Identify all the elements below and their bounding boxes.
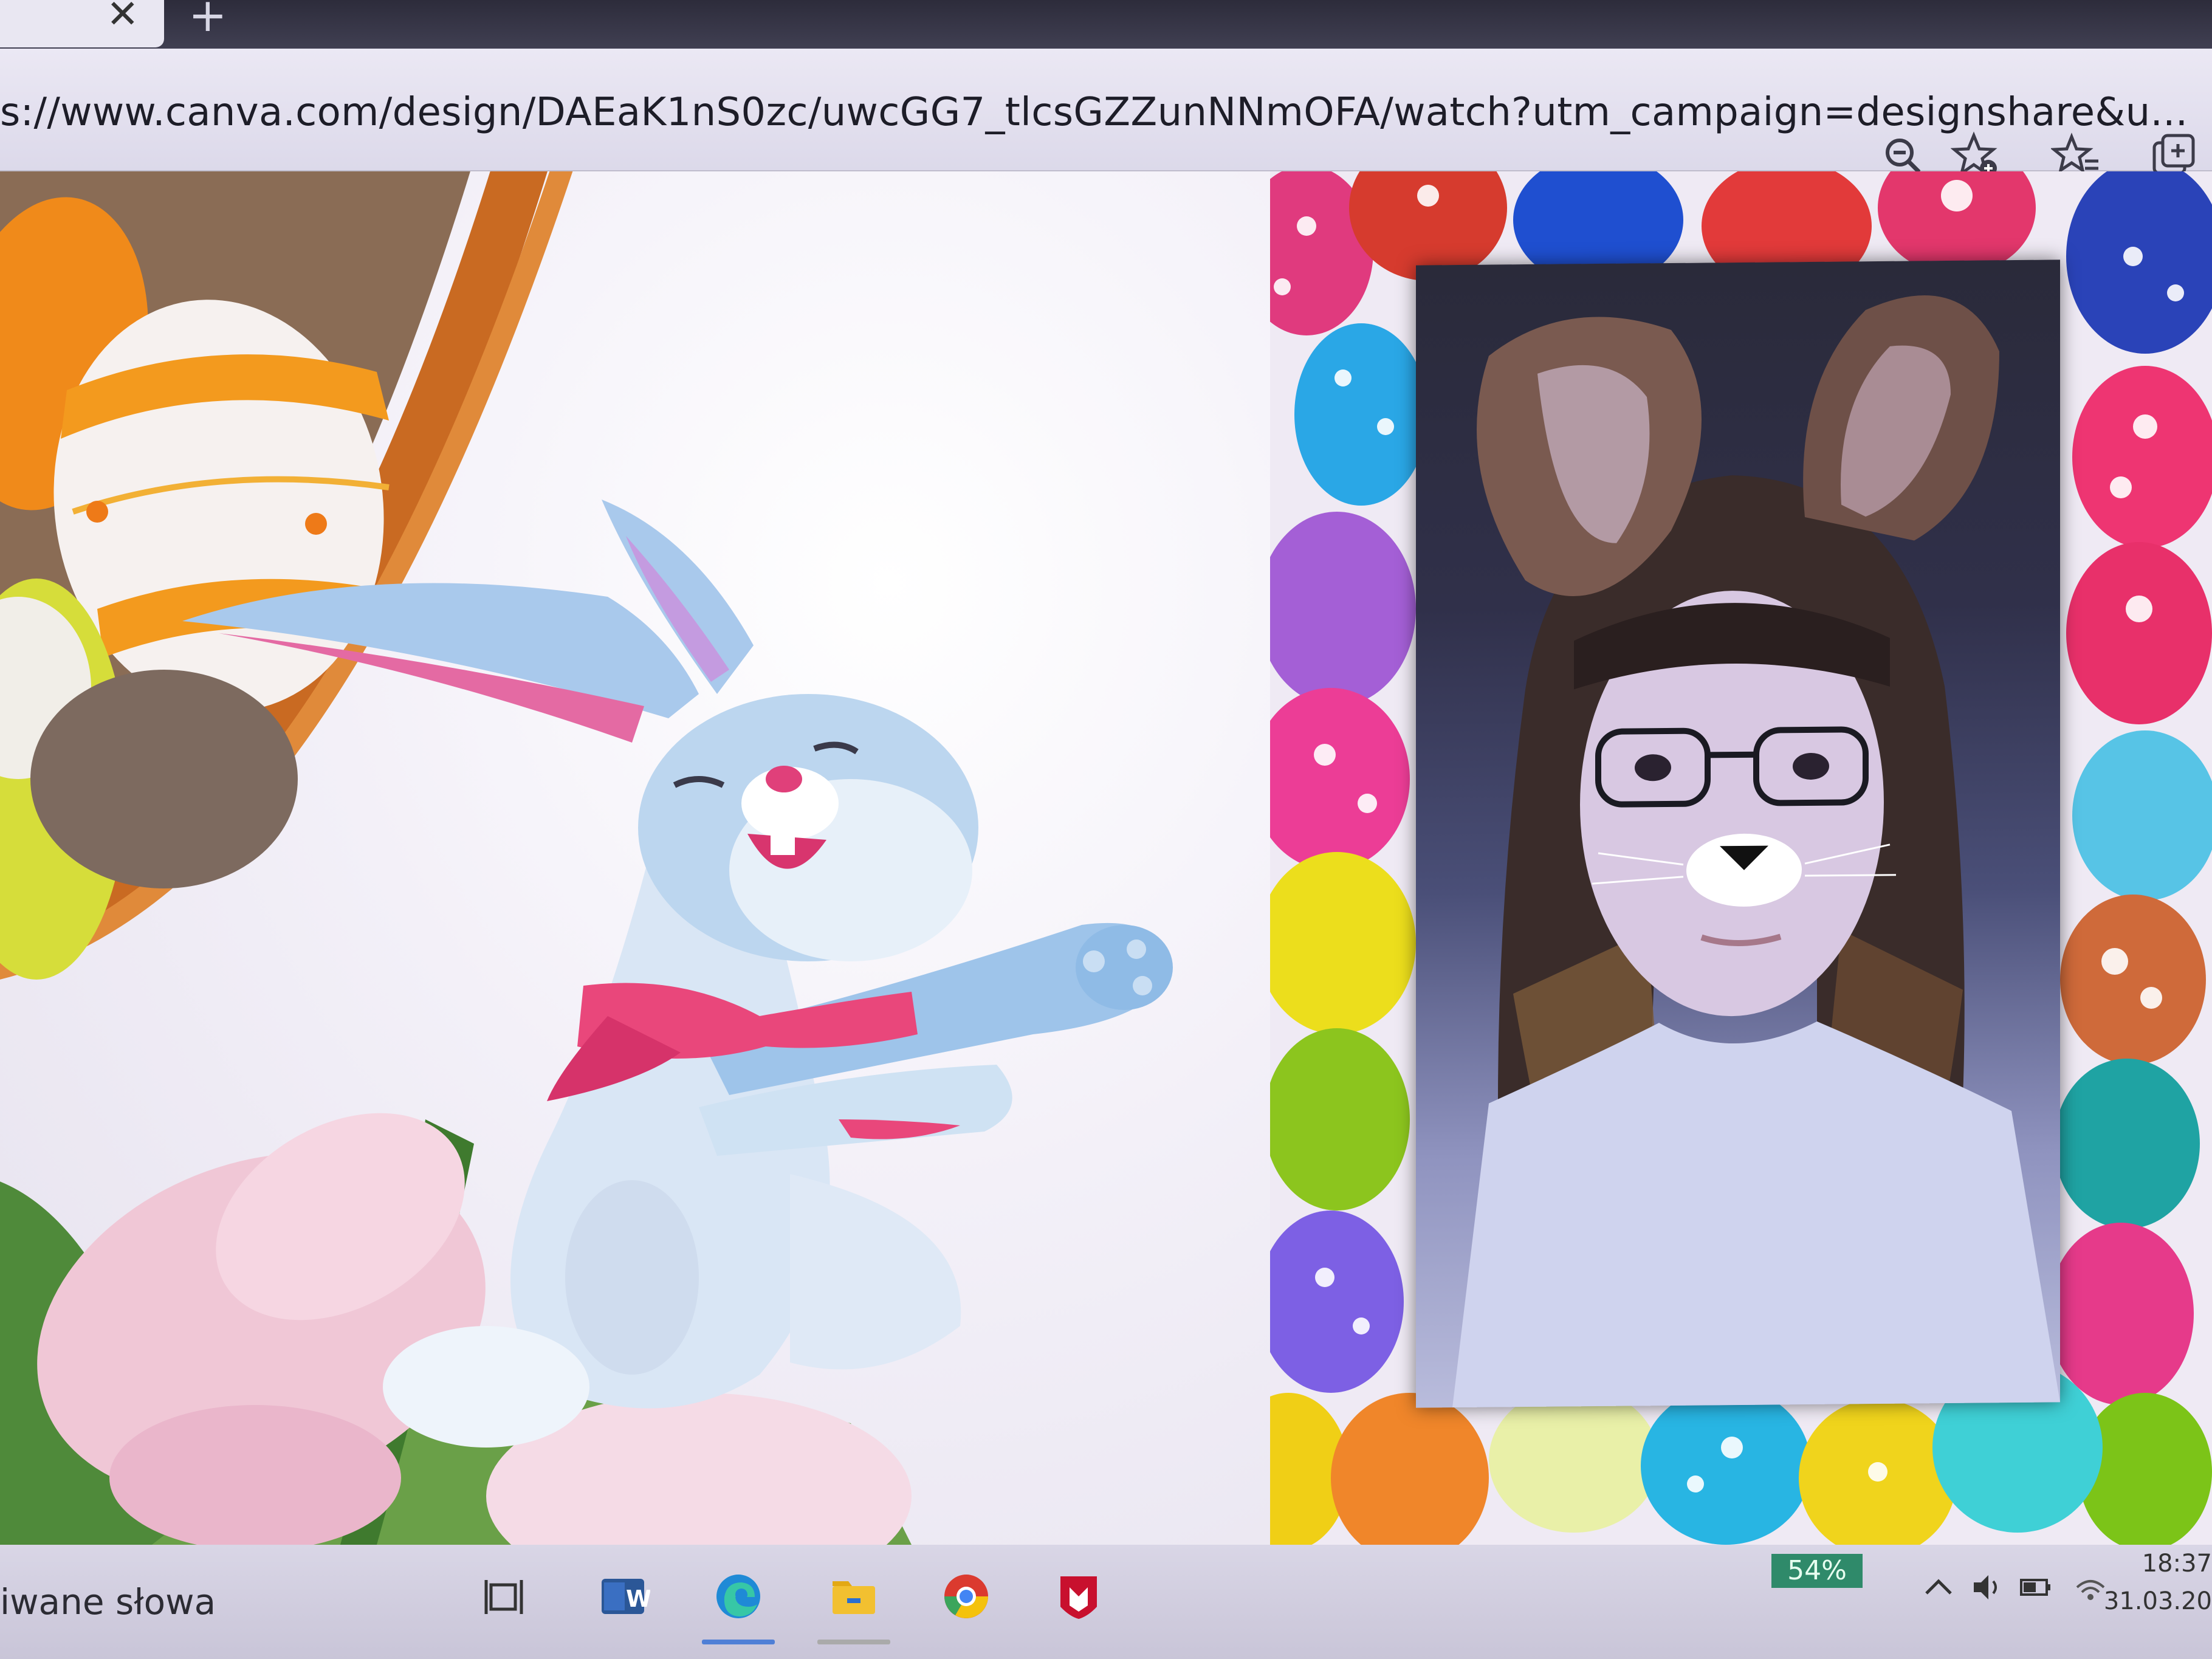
volume-icon[interactable]: [1969, 1569, 2005, 1606]
egg: [1641, 1387, 1811, 1545]
new-tab-button[interactable]: +: [188, 0, 227, 38]
file-explorer-icon[interactable]: [826, 1569, 881, 1624]
egg: [2048, 1223, 2194, 1405]
taskbar-search-box[interactable]: iwane słowa: [0, 1581, 216, 1623]
system-clock[interactable]: 18:37 31.03.20: [2104, 1545, 2212, 1620]
clock-date: 31.03.20: [2103, 1587, 2212, 1615]
tab-strip: ✕ +: [0, 0, 2212, 49]
easter-bunny-illustration: [0, 171, 1173, 1545]
bunny-leg: [790, 1174, 961, 1370]
chrome-icon[interactable]: [939, 1569, 994, 1624]
word-icon[interactable]: W: [596, 1569, 650, 1624]
bunny-slide[interactable]: [0, 171, 1270, 1545]
clock-time: 18:37: [2142, 1550, 2212, 1578]
mcafee-icon[interactable]: [1051, 1569, 1106, 1624]
egg: [1489, 1387, 1659, 1533]
windows-taskbar: iwane słowa W 54% 18:37 31.03.20: [0, 1545, 2212, 1659]
bunny-foot: [383, 1326, 589, 1448]
presentation-viewer: [0, 171, 2212, 1545]
edge-active-indicator: [702, 1640, 775, 1644]
bunny-nose: [766, 766, 802, 792]
bunny-filter-selfie: [1452, 295, 2060, 1408]
url-field[interactable]: s://www.canva.com/design/DAEaK1nS0zc/uwc…: [0, 79, 2188, 146]
egg: [2054, 1059, 2200, 1229]
explorer-running-indicator: [817, 1640, 890, 1644]
battery-icon[interactable]: [2018, 1569, 2054, 1606]
brown-egg: [30, 670, 298, 888]
task-view-icon[interactable]: [480, 1569, 535, 1624]
egg: [1294, 323, 1428, 506]
show-hidden-icons-chevron-icon[interactable]: [1920, 1569, 1957, 1606]
tab-close-button[interactable]: ✕: [106, 0, 139, 34]
edge-icon[interactable]: [711, 1569, 766, 1624]
egg: [2060, 895, 2206, 1065]
battery-percentage-badge[interactable]: 54%: [1771, 1554, 1863, 1588]
egg: [2072, 730, 2212, 901]
egg: [2066, 542, 2212, 724]
webcam-portrait: [1416, 259, 2060, 1408]
egg: [2072, 366, 2212, 548]
active-tab[interactable]: ✕: [0, 0, 164, 47]
svg-text:W: W: [626, 1585, 650, 1612]
address-bar: s://www.canva.com/design/DAEaK1nS0zc/uwc…: [0, 49, 2212, 230]
egg: [1270, 1028, 1410, 1211]
